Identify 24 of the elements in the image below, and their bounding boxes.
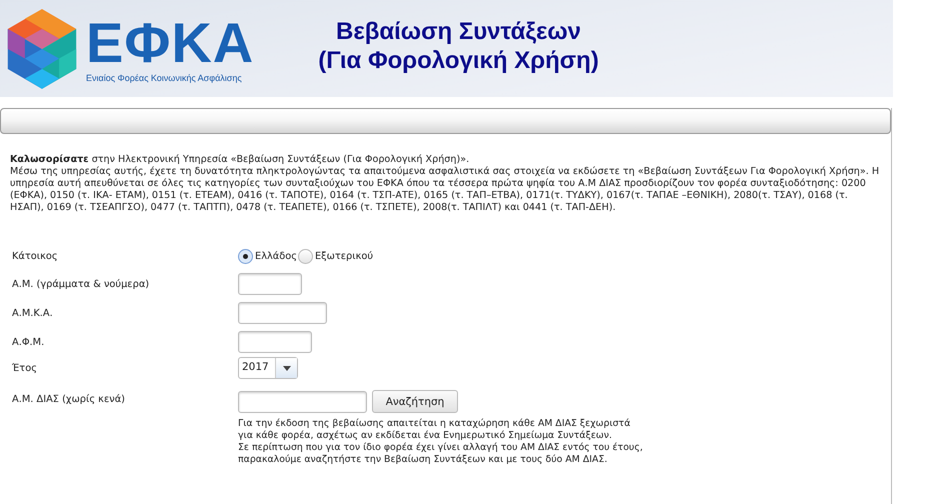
radio-button[interactable] — [238, 248, 253, 264]
input-field[interactable] — [238, 331, 312, 353]
caret-icon — [282, 366, 290, 370]
logo-text: ΕΦΚΑ — [86, 14, 254, 70]
radio-label[interactable]: Ελλάδος — [255, 250, 297, 262]
page-title: (Για Φορολογική Χρήση) — [318, 46, 599, 74]
page-title: Βεβαίωση Συντάξεων — [335, 16, 582, 46]
field-label: Α.Μ. ΔΙΑΣ (χωρίς κενά) — [11, 393, 126, 405]
radio-label[interactable]: Εξωτερικού — [314, 250, 374, 262]
search-button[interactable]: Αναζήτηση — [372, 390, 458, 413]
year-dropdown[interactable]: 2017 — [238, 357, 298, 379]
input-field[interactable] — [238, 273, 302, 295]
radio-button[interactable] — [298, 248, 313, 264]
field-label: Κάτοικος — [11, 250, 59, 262]
field-label: Α.Φ.Μ. — [11, 336, 46, 348]
field-label: Α.Μ. (γράμματα & νούμερα) — [11, 278, 150, 290]
intro-paragraph: Καλωσορίσατε στην Ηλεκτρονική Υπηρεσία «Βεβαίωση Συντάξεων (Για Φορολογική Χρήση)». — [10, 154, 470, 166]
logo-subtitle: Ενιαίος Φορέας Κοινωνικής Ασφάλισης — [86, 72, 243, 82]
field-label: Α.Μ.Κ.Α. — [11, 308, 54, 318]
input-field[interactable] — [238, 390, 367, 412]
input-field[interactable] — [238, 302, 327, 324]
intro-paragraph: Μέσω της υπηρεσίας αυτής, έχετε τη δυνατότητα πληκτρολογώντας τα απαιτούμενα ασφαλιστικά σας στοιχεία να εκδώσετε τη «Βεβαίωση Συντάξεων Για Φορολογική Χρήση». Η υπηρεσία αυτή απευθύνεται σε όλες τις κατηγορίες των συνταξιούχων του ΕΦΚΑ όπου τα τέσσερα πρώτα ψηφία του Α.Μ ΔΙΑΣ προσδιορίζουν τον φορέα συνταξιοδότησης: 0200 (ΕΦΚΑ), 0150 (τ. ΙΚΑ- ΕΤΑΜ), 0151 (τ. ΕΤΕΑΜ), 0416 (τ. ΤΑΠΟΤΕ), 0164 (τ. ΤΣΠ-ΑΤΕ), 0165 (τ. ΤΑΠ–ΕΤΒΑ), 0171(τ. ΤΥΔΚΥ), 0167(τ. ΤΑΠΑΕ –ΕΘΝΙΚΗ), 2080(τ. ΤΣΑΥ), 0168 (τ. ΗΣΑΠ), 0169 (τ. ΤΣΕΑΠΓΣΟ), 0477 (τ. ΤΑΠΤΠ), 0478 (τ. ΤΕΑΠΕΤΕ), 0166 (τ. ΤΣΠΕΤΕ), 2008(τ. ΤΑΠΙΛΤ) και 0441 (τ. ΤΑΠ-ΔΕΗ). — [10, 166, 880, 214]
field-label: Έτος — [11, 362, 38, 374]
help-text: Για την έκδοση της βεβαίωσης απαιτείται η καταχώρηση κάθε ΑΜ ΔΙΑΣ ξεχωριστά για κάθε φορέα, ασχέτως αν εκδίδεται ένα Ενημερωτικό Σημείωμα Συντάξεων. Σε περίπτωση που για τον ίδιο φορέα έχει γίνει αλλαγή του ΑΜ ΔΙΑΣ εντός του έτους, παρακαλούμε αναζητήστε την Βεβαίωση Συντάξεων και με τους δύο ΑΜ ΔΙΑΣ. — [238, 418, 643, 466]
